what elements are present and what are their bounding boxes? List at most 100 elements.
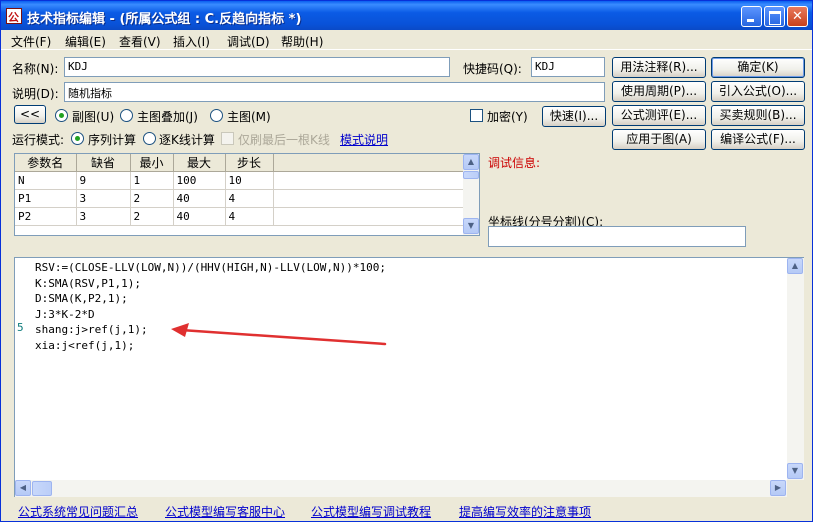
column-header[interactable]: 最大 [173, 154, 226, 172]
scroll-thumb[interactable] [32, 481, 52, 496]
formula-editor-window: 技术指标编辑 - (所属公式组 : C.反趋向指标 *) ✕ 文件(F) 编辑(… [0, 0, 813, 522]
table-cell[interactable]: 9 [76, 171, 131, 190]
formula-test-button[interactable]: 公式测评(E)... [612, 105, 706, 126]
radio-main-chart-label[interactable]: 主图(M) [227, 108, 271, 125]
radio-sequence-mode-label[interactable]: 序列计算 [88, 131, 136, 148]
table-row[interactable]: N 9 1 100 10 [15, 171, 465, 190]
editor-vertical-scrollbar[interactable]: ▲ ▼ [787, 258, 804, 480]
footer-link-tutorial[interactable]: 公式模型编写调试教程 [311, 503, 431, 520]
table-row[interactable]: P1 3 2 40 4 [15, 189, 465, 208]
name-label: 名称(N): [12, 62, 59, 76]
scroll-thumb[interactable] [463, 171, 479, 179]
table-cell[interactable]: 2 [130, 189, 174, 208]
table-row[interactable]: P2 3 2 40 4 [15, 207, 465, 226]
radio-sequence-mode[interactable] [71, 132, 84, 145]
footer-link-support[interactable]: 公式模型编写客服中心 [165, 503, 285, 520]
table-vertical-scrollbar[interactable]: ▲ ▼ [463, 154, 479, 235]
minimize-icon [742, 7, 761, 26]
radio-main-overlay[interactable] [120, 109, 133, 122]
run-mode-label: 运行模式: [12, 133, 65, 147]
table-cell[interactable]: 4 [225, 207, 274, 226]
table-cell[interactable]: 40 [173, 207, 226, 226]
scroll-down-icon[interactable]: ▼ [463, 218, 479, 234]
import-formula-button[interactable]: 引入公式(O)... [711, 81, 805, 102]
coordinate-lines-input[interactable] [488, 226, 746, 247]
title-bar[interactable]: 技术指标编辑 - (所属公式组 : C.反趋向指标 *) ✕ [1, 1, 812, 30]
close-icon: ✕ [792, 9, 803, 24]
column-header[interactable]: 步长 [225, 154, 274, 172]
maximize-button[interactable] [764, 6, 785, 27]
scroll-right-icon[interactable]: ▶ [770, 480, 786, 496]
table-cell[interactable]: 4 [225, 189, 274, 208]
editor-horizontal-scrollbar[interactable]: ◀ ▶ [15, 480, 787, 497]
scroll-corner [787, 480, 804, 497]
code-editor[interactable]: 5 RSV:=(CLOSE-LLV(LOW,N))/(HHV(HIGH,N)-L… [14, 257, 804, 497]
last-bar-only-checkbox[interactable] [221, 132, 234, 145]
table-cell[interactable]: P1 [15, 189, 77, 208]
table-cell[interactable]: P2 [15, 207, 77, 226]
menu-view[interactable]: 查看(V) [119, 33, 161, 50]
table-cell-filler [273, 189, 465, 208]
table-cell[interactable]: 100 [173, 171, 226, 190]
table-cell[interactable]: 3 [76, 189, 131, 208]
column-header[interactable]: 最小 [130, 154, 174, 172]
mode-help-link[interactable]: 模式说明 [340, 131, 388, 148]
menu-insert[interactable]: 插入(I) [173, 33, 210, 50]
compile-formula-button[interactable]: 编译公式(F)... [711, 129, 805, 150]
line-marker: 5 [17, 321, 24, 334]
scroll-left-icon[interactable]: ◀ [15, 480, 31, 496]
column-header[interactable]: 参数名 [15, 154, 77, 172]
menu-help[interactable]: 帮助(H) [281, 33, 323, 50]
table-cell[interactable]: N [15, 171, 77, 190]
radio-sub-chart[interactable] [55, 109, 68, 122]
confirm-button[interactable]: 确定(K) [711, 57, 805, 78]
table-cell[interactable]: 1 [130, 171, 174, 190]
table-cell-filler [273, 207, 465, 226]
table-cell[interactable]: 40 [173, 189, 226, 208]
table-cell[interactable]: 3 [76, 207, 131, 226]
scroll-down-icon[interactable]: ▼ [787, 463, 803, 479]
radio-main-overlay-label[interactable]: 主图叠加(J) [137, 108, 198, 125]
line-gutter: 5 [15, 258, 34, 480]
shortcut-label: 快捷码(Q): [463, 62, 522, 76]
code-line[interactable]: D:SMA(K,P2,1); [35, 291, 386, 307]
menu-bar: 文件(F) 编辑(E) 查看(V) 插入(I) 调试(D) 帮助(H) [1, 31, 812, 50]
menu-edit[interactable]: 编辑(E) [65, 33, 106, 50]
menu-debug[interactable]: 调试(D) [227, 33, 270, 50]
table-cell[interactable]: 10 [225, 171, 274, 190]
scroll-up-icon[interactable]: ▲ [787, 258, 803, 274]
footer-links: 公式系统常见问题汇总 公式模型编写客服中心 公式模型编写调试教程 提高编写效率的… [1, 501, 812, 521]
scroll-up-icon[interactable]: ▲ [463, 154, 479, 170]
menu-file[interactable]: 文件(F) [11, 33, 51, 50]
footer-link-tips[interactable]: 提高编写效率的注意事项 [459, 503, 591, 520]
description-input[interactable]: 随机指标 [64, 82, 605, 102]
apply-to-chart-button[interactable]: 应用于图(A) [612, 129, 706, 150]
minimize-button[interactable] [741, 6, 762, 27]
radio-per-kline-mode[interactable] [143, 132, 156, 145]
shortcut-input[interactable]: KDJ [531, 57, 605, 77]
maximize-icon [765, 7, 784, 26]
annotation-arrow-icon [171, 323, 387, 346]
quick-button[interactable]: 快速(I)... [542, 106, 606, 127]
collapse-button[interactable]: << [14, 105, 46, 124]
app-icon[interactable] [6, 8, 22, 25]
radio-per-kline-mode-label[interactable]: 逐K线计算 [159, 131, 215, 148]
usage-notes-button[interactable]: 用法注释(R)... [612, 57, 706, 78]
encrypt-label[interactable]: 加密(Y) [487, 108, 528, 125]
use-period-button[interactable]: 使用周期(P)... [612, 81, 706, 102]
code-line[interactable]: K:SMA(RSV,P1,1); [35, 276, 386, 292]
window-title: 技术指标编辑 - (所属公式组 : C.反趋向指标 *) [27, 12, 302, 27]
description-label: 说明(D): [12, 87, 59, 101]
trade-rules-button[interactable]: 买卖规则(B)... [711, 105, 805, 126]
table-cell[interactable]: 2 [130, 207, 174, 226]
close-button[interactable]: ✕ [787, 6, 808, 27]
table-cell-filler [273, 171, 465, 190]
encrypt-checkbox[interactable] [470, 109, 483, 122]
column-header[interactable]: 缺省 [76, 154, 131, 172]
radio-main-chart[interactable] [210, 109, 223, 122]
table-header-row: 参数名 缺省 最小 最大 步长 [15, 154, 464, 172]
name-input[interactable]: KDJ [64, 57, 450, 77]
footer-link-faq[interactable]: 公式系统常见问题汇总 [18, 503, 138, 520]
radio-sub-chart-label[interactable]: 副图(U) [72, 108, 114, 125]
code-line[interactable]: RSV:=(CLOSE-LLV(LOW,N))/(HHV(HIGH,N)-LLV… [35, 260, 386, 276]
